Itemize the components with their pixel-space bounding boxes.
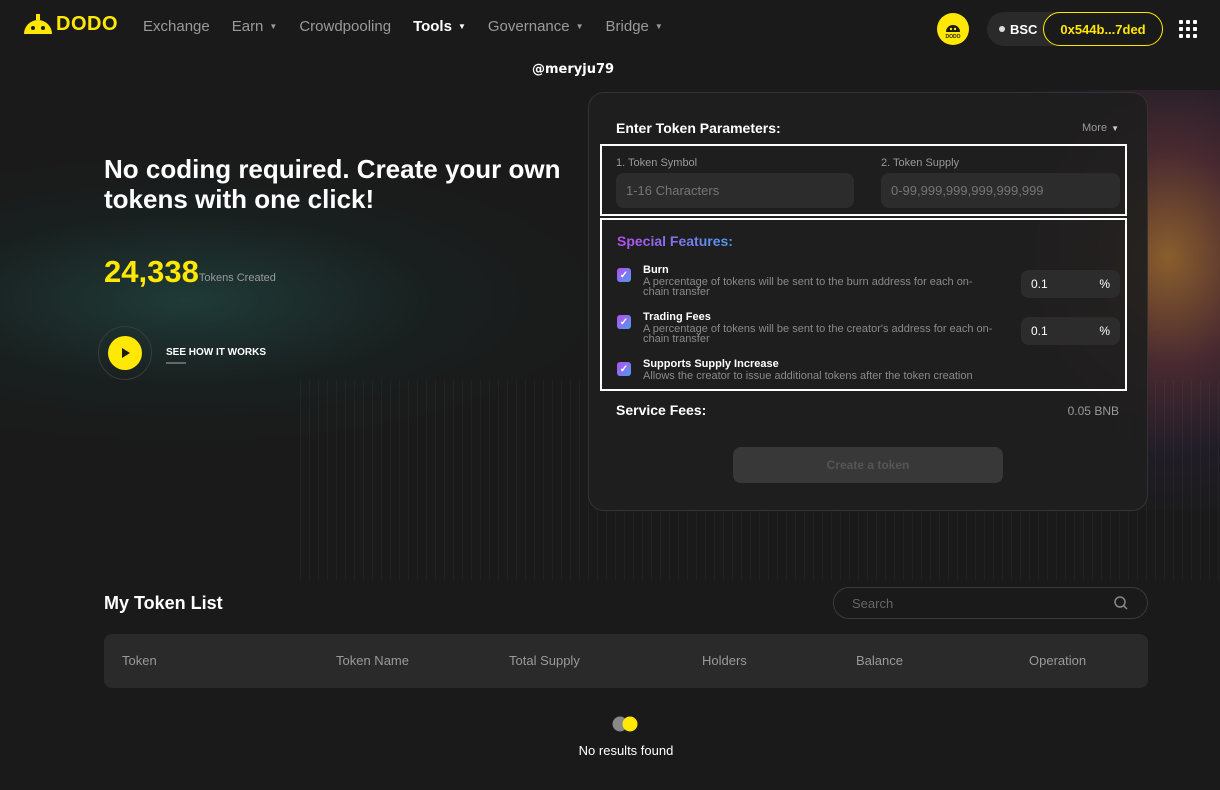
nav-label: Bridge [605,18,649,35]
token-creation-card: Enter Token Parameters: More ▼ 1. Token … [588,92,1148,511]
token-supply-input[interactable] [881,173,1120,208]
more-toggle[interactable]: More ▼ [1082,122,1119,134]
special-features-box: Special Features: ✓ Burn A percentage of… [600,218,1127,391]
feature-description: A percentage of tokens will be sent to t… [643,323,993,345]
top-navigation: DODO Exchange Earn ▼ Crowdpooling Tools ▼ … [0,0,1220,58]
nav-governance[interactable]: Governance ▼ [488,18,584,35]
feature-name: Burn [643,264,669,276]
trading-fees-percentage-input[interactable]: 0.1 % [1021,317,1120,345]
nav-label: Crowdpooling [299,18,392,35]
play-video-button[interactable] [98,326,152,380]
nav-label: Governance [487,18,570,35]
trading-fees-checkbox[interactable]: ✓ [617,315,631,329]
brand-name: DODO [56,12,118,35]
play-icon [122,348,130,358]
burn-checkbox[interactable]: ✓ [617,268,631,282]
feature-description: A percentage of tokens will be sent to t… [643,276,973,298]
caret-down-icon: ▼ [1111,123,1119,133]
search-icon[interactable] [1113,595,1129,611]
token-supply-label: 2. Token Supply [881,157,960,169]
caret-down-icon: ▼ [575,22,584,31]
column-total-supply: Total Supply [509,653,580,668]
main-nav: Exchange Earn ▼ Crowdpooling Tools ▼ Gover… [143,18,685,35]
link-underline [166,362,186,364]
column-token: Token [122,653,157,668]
caret-down-icon: ▼ [457,22,466,31]
nav-label: Earn [231,18,264,35]
dodo-logo[interactable]: DODO [22,12,118,36]
apps-grid-icon[interactable] [1179,20,1197,38]
see-how-it-works-link[interactable]: SEE HOW IT WORKS [166,347,266,358]
nav-label: Tools [413,18,452,35]
network-name: BSC [1010,21,1038,37]
token-table-header: Token Token Name Total Supply Holders Ba… [104,634,1148,688]
feature-supply-increase: ✓ Supports Supply Increase Allows the cr… [617,358,1117,382]
column-token-name: Token Name [336,653,409,668]
special-features-title: Special Features: [617,233,733,249]
column-operation: Operation [1029,653,1087,668]
feature-description: Allows the creator to issue additional t… [643,370,973,382]
column-holders: Holders [702,653,747,668]
token-symbol-input[interactable] [616,173,854,208]
watermark: @meryju79 [532,62,615,77]
percent-unit: % [1099,277,1110,291]
wallet-address-button[interactable]: 0x544b...7ded [1043,12,1163,46]
token-params-box: 1. Token Symbol 2. Token Supply [600,144,1127,216]
search-placeholder: Search [852,595,894,611]
nav-crowdpooling[interactable]: Crowdpooling [299,18,391,35]
user-avatar[interactable]: DODO [937,13,969,45]
nav-exchange[interactable]: Exchange [143,18,210,35]
nav-bridge[interactable]: Bridge ▼ [606,18,663,35]
network-status-dot [999,26,1005,32]
network-selector[interactable]: BSC [987,22,1043,37]
service-fees-value: 0.05 BNB [1067,404,1119,418]
more-label: More [1082,122,1108,134]
percentage-value: 0.1 [1031,324,1048,338]
nav-tools[interactable]: Tools ▼ [413,18,466,35]
card-title: Enter Token Parameters: [616,120,781,136]
feature-burn: ✓ Burn A percentage of tokens will be se… [617,264,1017,298]
tokens-created-label: Tokens Created [198,272,276,284]
tokens-created-value: 24,338 [104,254,199,289]
percent-unit: % [1099,324,1110,338]
feature-name: Supports Supply Increase [643,358,779,370]
no-results-text: No results found [578,743,674,758]
feature-trading-fees: ✓ Trading Fees A percentage of tokens wi… [617,311,1017,345]
token-list-title: My Token List [104,593,223,613]
empty-state-icon [612,716,638,732]
dodo-avatar-icon: DODO [946,25,961,40]
nav-earn[interactable]: Earn ▼ [232,18,278,35]
create-token-button[interactable]: Create a token [733,447,1003,483]
burn-percentage-input[interactable]: 0.1 % [1021,270,1120,298]
column-balance: Balance [856,653,903,668]
avatar-text: DODO [946,34,961,40]
feature-name: Trading Fees [643,311,711,323]
search-box[interactable]: Search [833,587,1148,619]
token-symbol-label: 1. Token Symbol [616,157,698,169]
nav-label: Exchange [143,18,210,35]
percentage-value: 0.1 [1031,277,1048,291]
dodo-logo-icon [24,14,52,34]
caret-down-icon: ▼ [269,22,278,31]
tokens-created-stat: 24,338 Tokens Created [104,255,276,289]
play-button[interactable] [108,336,142,370]
service-fees-label: Service Fees: [616,402,707,418]
hero-title: No coding required. Create your own toke… [104,154,561,214]
caret-down-icon: ▼ [654,22,663,31]
wallet-box[interactable]: BSC 0x544b...7ded [987,12,1163,46]
supply-increase-checkbox[interactable]: ✓ [617,362,631,376]
